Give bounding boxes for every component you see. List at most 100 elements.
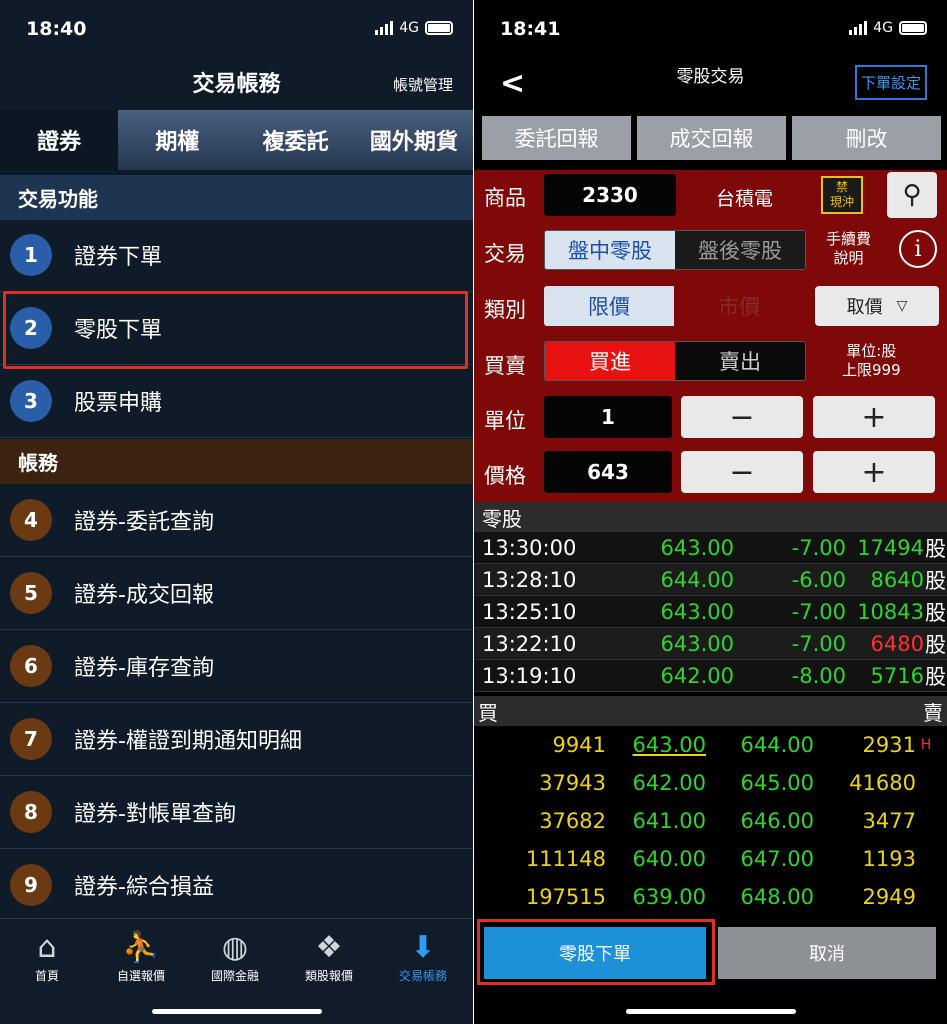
- item-number-badge: 9: [10, 864, 52, 906]
- fee-info-link[interactable]: 手續費 說明: [826, 230, 871, 268]
- after-hours-odd-lot-option[interactable]: 盤後零股: [675, 231, 805, 269]
- status-bar: 18:41 4G: [474, 0, 947, 58]
- market-price-option[interactable]: 市價: [674, 286, 804, 326]
- buy-option[interactable]: 買進: [545, 342, 675, 380]
- limit-price-option[interactable]: 限價: [544, 286, 674, 326]
- bid-price: 642.00: [632, 771, 706, 795]
- modify-button[interactable]: 刪改: [792, 116, 941, 160]
- ask-price: 644.00: [740, 733, 814, 757]
- highlight-box: [477, 919, 715, 985]
- tab-sub-brokerage[interactable]: 複委託: [237, 110, 355, 170]
- bid-price: 643.00: [632, 733, 706, 757]
- item-number-badge: 8: [10, 791, 52, 833]
- cancel-button[interactable]: 取消: [718, 927, 936, 979]
- quantity-decrement-button[interactable]: −: [681, 396, 803, 438]
- nav-watchlist[interactable]: ⛹ 自選報價: [94, 927, 188, 984]
- trade-row: 13:25:10 643.00 -7.00 10843 股: [474, 596, 947, 628]
- price-decrement-button[interactable]: −: [681, 451, 803, 493]
- menu-item-stock-order[interactable]: 1 證券下單: [0, 219, 473, 292]
- type-label: 類別: [484, 298, 526, 322]
- trade-time: 13:28:10: [482, 567, 577, 592]
- account-management-link[interactable]: 帳號管理: [393, 74, 453, 95]
- tab-foreign-futures[interactable]: 國外期貨: [355, 110, 473, 170]
- search-button[interactable]: ⚲: [887, 172, 937, 218]
- menu-item-label: 證券-綜合損益: [74, 875, 214, 900]
- nav-international[interactable]: ◍ 國際金融: [188, 927, 282, 984]
- menu-item-profit-loss[interactable]: 9 證券-綜合損益: [0, 849, 473, 922]
- menu-item-stock-subscription[interactable]: 3 股票申購: [0, 365, 473, 438]
- nav-label: 首頁: [34, 969, 59, 983]
- bid-quantity: 37943: [539, 771, 606, 795]
- bid-quantity: 197515: [525, 885, 606, 909]
- action-bar: 零股下單 取消: [474, 918, 947, 1024]
- network-label: 4G: [399, 20, 419, 36]
- intraday-odd-lot-option[interactable]: 盤中零股: [545, 231, 675, 269]
- ask-quantity: 1193: [862, 847, 916, 871]
- trade-price: 643.00: [660, 599, 734, 624]
- product-name: 台積電: [716, 188, 774, 210]
- price-increment-button[interactable]: +: [813, 451, 935, 493]
- menu-item-label: 證券-成交回報: [74, 583, 214, 608]
- fill-report-button[interactable]: 成交回報: [637, 116, 786, 160]
- ask-price: 648.00: [740, 885, 814, 909]
- order-book-header: 買 賣: [474, 696, 947, 726]
- menu-item-label: 股票申購: [74, 391, 163, 416]
- trade-price: 643.00: [660, 535, 734, 560]
- nav-sector-quotes[interactable]: ❖ 類股報價: [282, 927, 376, 984]
- menu-item-statement-query[interactable]: 8 證券-對帳單查詢: [0, 776, 473, 849]
- trade-unit: 股: [925, 536, 946, 561]
- order-report-button[interactable]: 委託回報: [482, 116, 631, 160]
- trade-change: -8.00: [791, 663, 846, 688]
- trade-price: 643.00: [660, 631, 734, 656]
- bid-price: 641.00: [632, 809, 706, 833]
- quantity-input[interactable]: 1: [544, 396, 672, 438]
- high-marker: H: [920, 737, 932, 753]
- tray-download-icon: ⬇: [410, 929, 436, 965]
- menu-item-order-query[interactable]: 4 證券-委託查詢: [0, 484, 473, 557]
- battery-icon: [899, 21, 927, 35]
- stocks-icon: ❖: [315, 929, 343, 965]
- sell-side-label: 賣: [923, 700, 943, 725]
- order-book-row: 197515 639.00 648.00 2949: [474, 878, 947, 916]
- order-book-row: 111148 640.00 647.00 1193: [474, 840, 947, 878]
- status-time: 18:40: [26, 18, 87, 40]
- chevron-down-icon: ▽: [896, 298, 908, 314]
- trade-price: 642.00: [660, 663, 734, 688]
- item-number-badge: 5: [10, 572, 52, 614]
- tab-options[interactable]: 期權: [118, 110, 236, 170]
- battery-icon: [425, 21, 453, 35]
- trade-row: 13:22:10 643.00 -7.00 6480 股: [474, 628, 947, 660]
- buy-sell-toggle: 買進 賣出: [544, 341, 806, 381]
- price-input[interactable]: 643: [544, 451, 672, 493]
- order-settings-button[interactable]: 下單設定: [854, 65, 927, 100]
- buy-side-label: 買: [478, 700, 498, 725]
- status-bar: 18:40 4G: [0, 0, 473, 58]
- fetch-price-dropdown[interactable]: 取價 ▽: [815, 286, 939, 326]
- no-day-trade-badge: 禁 現沖: [821, 176, 863, 214]
- nav-home[interactable]: ⌂ 首頁: [0, 927, 94, 984]
- nav-trading-accounts[interactable]: ⬇ 交易帳務: [376, 927, 470, 984]
- tab-securities[interactable]: 證券: [0, 110, 119, 170]
- bottom-nav: ⌂ 首頁 ⛹ 自選報價 ◍ 國際金融 ❖ 類股報價 ⬇ 交易帳務: [0, 918, 473, 1024]
- trade-time: 13:19:10: [482, 663, 577, 688]
- sell-option[interactable]: 賣出: [675, 342, 805, 380]
- menu-item-warrant-expiry[interactable]: 7 證券-權證到期通知明細: [0, 703, 473, 776]
- trade-unit: 股: [925, 632, 946, 657]
- trade-change: -6.00: [791, 567, 846, 592]
- status-time: 18:41: [500, 18, 561, 40]
- info-icon[interactable]: i: [899, 230, 937, 268]
- menu-item-fill-report[interactable]: 5 證券-成交回報: [0, 557, 473, 630]
- order-book-row: 37682 641.00 646.00 3477: [474, 802, 947, 840]
- product-code-input[interactable]: 2330: [544, 174, 676, 216]
- trade-label: 交易: [484, 242, 526, 266]
- ask-quantity: 2931: [862, 733, 916, 757]
- ask-quantity: 3477: [862, 809, 916, 833]
- globe-icon: ◍: [221, 929, 249, 965]
- menu-item-inventory-query[interactable]: 6 證券-庫存查詢: [0, 630, 473, 703]
- trade-unit: 股: [925, 664, 946, 689]
- quantity-increment-button[interactable]: +: [813, 396, 935, 438]
- trade-volume: 6480: [870, 631, 924, 656]
- ask-price: 645.00: [740, 771, 814, 795]
- home-icon: ⌂: [37, 929, 57, 965]
- trade-change: -7.00: [791, 599, 846, 624]
